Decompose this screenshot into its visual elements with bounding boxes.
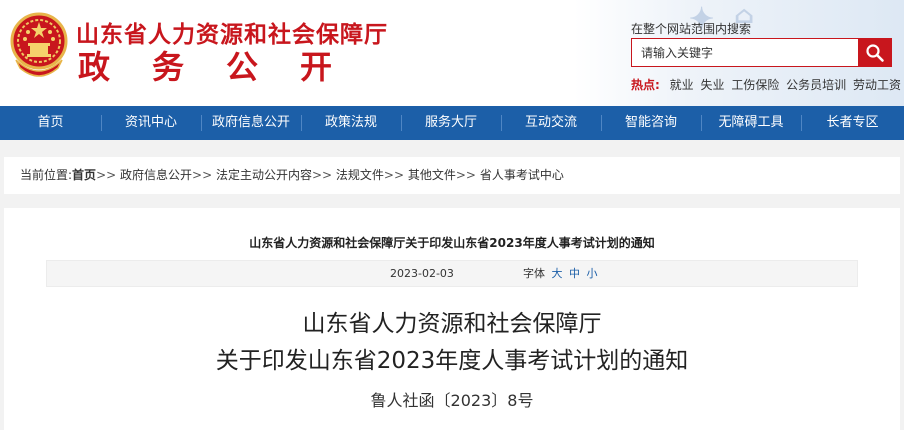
hot-keyword-wages[interactable]: 劳动工资 bbox=[853, 78, 901, 92]
article-heading: 山东省人力资源和社会保障厅关于印发山东省2023年度人事考试计划的通知 bbox=[249, 236, 655, 250]
nav-smart-consult[interactable]: 智能咨询 bbox=[601, 106, 701, 140]
breadcrumb-statutory-disclosure[interactable]: 法定主动公开内容 bbox=[216, 168, 312, 182]
national-emblem-icon bbox=[10, 12, 68, 77]
hot-keywords-label: 热点: bbox=[631, 78, 660, 92]
hot-keyword-shiye[interactable]: 失业 bbox=[700, 78, 724, 92]
document-number: 鲁人社函〔2023〕8号 bbox=[370, 391, 534, 410]
breadcrumb-separator: >> bbox=[96, 168, 117, 182]
hot-keywords: 热点: 就业 失业 工伤保险 公务员培训 劳动工资 bbox=[631, 76, 904, 93]
breadcrumb-separator: >> bbox=[311, 168, 333, 182]
document-title-line2: 关于印发山东省2023年度人事考试计划的通知 bbox=[215, 348, 689, 374]
breadcrumb-regulation-docs[interactable]: 法规文件 bbox=[336, 168, 384, 182]
breadcrumb-separator: >> bbox=[383, 168, 405, 182]
search-scope-label: 在整个网站范围内搜索 bbox=[631, 22, 752, 36]
nav-gov-info-disclosure[interactable]: 政府信息公开 bbox=[201, 106, 301, 140]
nav-policies-regulations[interactable]: 政策法规 bbox=[301, 106, 401, 140]
main-nav: 首页 资讯中心 政府信息公开 政策法规 服务大厅 互动交流 智能咨询 无障碍工具… bbox=[0, 106, 904, 140]
breadcrumb-prefix: 当前位置: bbox=[20, 168, 73, 182]
nav-news-center[interactable]: 资讯中心 bbox=[101, 106, 201, 140]
nav-interaction[interactable]: 互动交流 bbox=[501, 106, 601, 140]
font-size-label: 字体 bbox=[523, 267, 545, 280]
nav-service-hall[interactable]: 服务大厅 bbox=[401, 106, 501, 140]
font-size-control: 字体 大 中 小 bbox=[523, 261, 598, 286]
breadcrumb-exam-center[interactable]: 省人事考试中心 bbox=[480, 168, 564, 182]
hot-keyword-civil-training[interactable]: 公务员培训 bbox=[786, 78, 846, 92]
nav-home[interactable]: 首页 bbox=[0, 106, 101, 140]
breadcrumb-separator: >> bbox=[455, 168, 476, 182]
nav-elderly-zone[interactable]: 长者专区 bbox=[801, 106, 904, 140]
font-size-large[interactable]: 大 bbox=[552, 267, 563, 280]
hot-keyword-jiuye[interactable]: 就业 bbox=[670, 78, 694, 92]
publish-date: 2023-02-03 bbox=[390, 267, 454, 280]
search-input[interactable] bbox=[632, 39, 859, 66]
search-box bbox=[631, 38, 859, 67]
document-title-line1: 山东省人力资源和社会保障厅 bbox=[302, 311, 602, 337]
hot-keyword-gongshang[interactable]: 工伤保险 bbox=[731, 78, 779, 92]
breadcrumb: 当前位置:首页>> 政府信息公开>> 法定主动公开内容>> 法规文件>> 其他文… bbox=[4, 157, 900, 194]
breadcrumb-separator: >> bbox=[192, 168, 213, 182]
article-meta-bar: 2023-02-03 字体 大 中 小 bbox=[46, 260, 858, 287]
nav-accessibility-tools[interactable]: 无障碍工具 bbox=[701, 106, 801, 140]
breadcrumb-gov-info-disclosure[interactable]: 政府信息公开 bbox=[120, 168, 192, 182]
font-size-small[interactable]: 小 bbox=[587, 267, 598, 280]
font-size-medium[interactable]: 中 bbox=[569, 267, 580, 280]
search-button[interactable] bbox=[858, 38, 892, 67]
article-panel: 山东省人力资源和社会保障厅关于印发山东省2023年度人事考试计划的通知 2023… bbox=[4, 208, 900, 430]
site-subtitle: 政务公开 bbox=[78, 48, 375, 86]
breadcrumb-other-docs[interactable]: 其他文件 bbox=[408, 168, 456, 182]
search-icon bbox=[866, 43, 884, 62]
site-header: ✦ ⌂ 山东省人力资源和社会保障厅 政务公开 在整个网站范围内搜索 热点: 就业… bbox=[0, 0, 904, 106]
breadcrumb-home[interactable]: 首页 bbox=[72, 168, 96, 182]
